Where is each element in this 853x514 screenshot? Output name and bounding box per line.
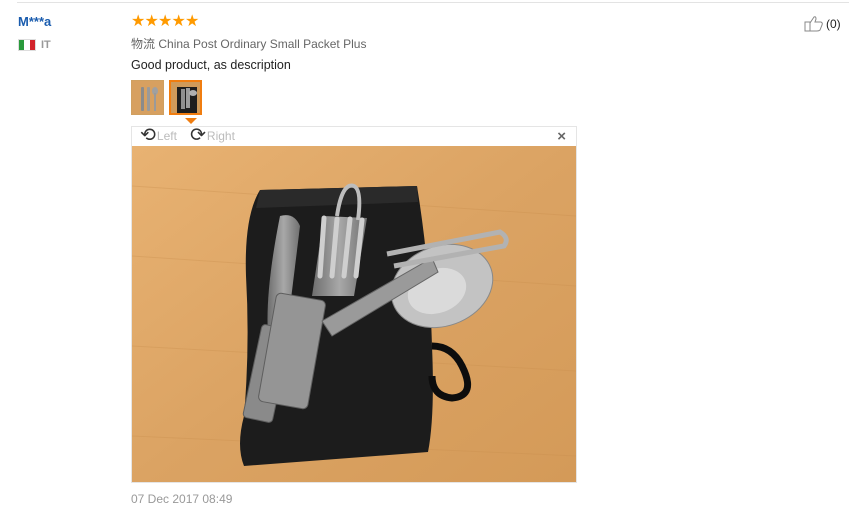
rotate-right-label: Right: [206, 129, 235, 143]
buyer-country: IT: [18, 39, 51, 51]
close-icon[interactable]: ×: [557, 128, 566, 145]
star-icon: ★: [171, 13, 186, 30]
thumbs-up-icon: [804, 16, 823, 32]
review-photo[interactable]: [132, 146, 576, 482]
star-icon: ★: [158, 13, 173, 30]
star-icon: ★: [144, 13, 159, 30]
shipping-info: 物流 China Post Ordinary Small Packet Plus: [131, 35, 366, 52]
viewer-toolbar: ⟲ Left ⟳ Right ×: [132, 125, 576, 146]
shipping-method: China Post Ordinary Small Packet Plus: [158, 37, 367, 51]
star-rating: ★ ★ ★ ★ ★: [131, 13, 199, 31]
rotate-left-label: Left: [156, 129, 177, 143]
country-code: IT: [41, 39, 51, 51]
star-icon: ★: [185, 13, 200, 30]
rotate-left-icon: ⟲: [140, 125, 156, 146]
photo-thumbnails: [131, 80, 202, 115]
buyer-name: M***a: [18, 14, 52, 29]
like-count: (0): [826, 16, 841, 31]
selected-thumbnail-arrow: [185, 118, 197, 124]
thumbnail-image: [171, 82, 200, 113]
shipping-label: 物流: [131, 37, 156, 51]
photo-thumbnail[interactable]: [131, 80, 164, 115]
rotate-right-button[interactable]: ⟳ Right: [190, 125, 235, 146]
thumbnail-image: [132, 81, 163, 114]
review-date: 07 Dec 2017 08:49: [131, 492, 233, 506]
divider: [17, 2, 849, 3]
photo-viewer: ⟲ Left ⟳ Right ×: [131, 126, 577, 483]
rotate-right-icon: ⟳: [190, 125, 206, 146]
review-text: Good product, as description: [131, 58, 291, 72]
photo-thumbnail-selected[interactable]: [169, 80, 202, 115]
rotate-left-button[interactable]: ⟲ Left: [140, 125, 177, 146]
flag-it-icon: [18, 39, 36, 51]
star-icon: ★: [131, 13, 146, 30]
like-button[interactable]: (0): [804, 15, 841, 32]
